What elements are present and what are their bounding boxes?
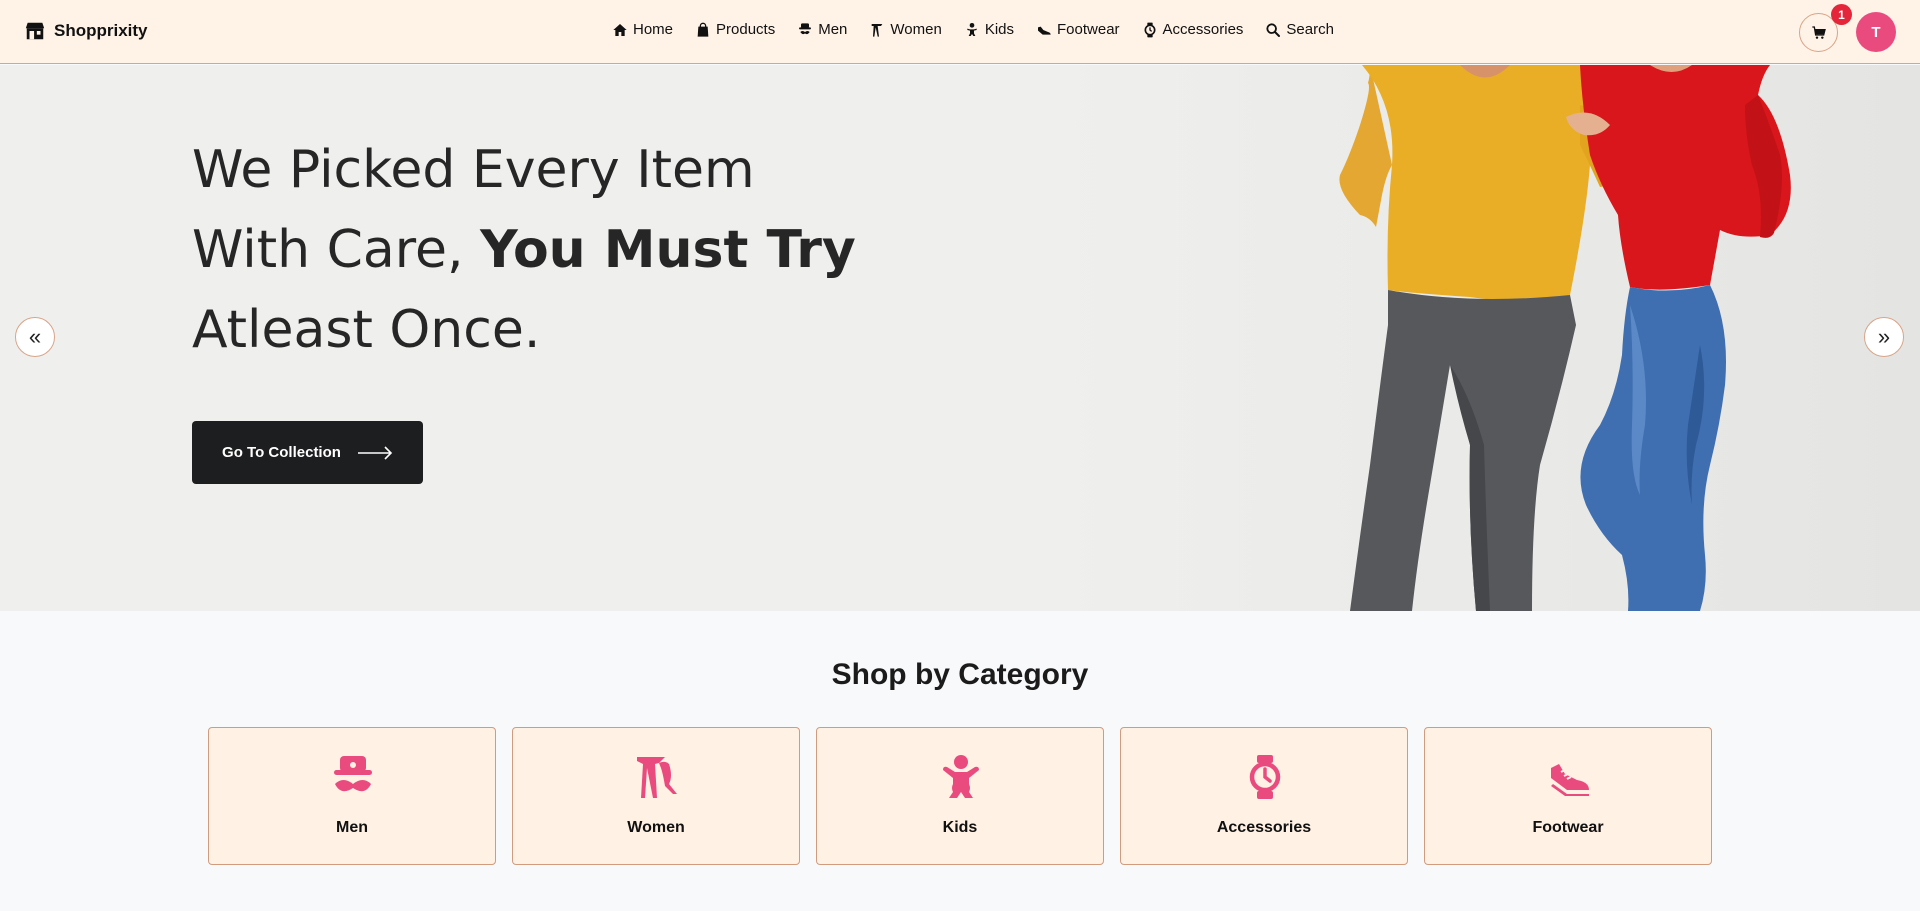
nav-products[interactable]: Products	[695, 21, 775, 38]
hero-line-2-plain: With Care,	[192, 220, 481, 280]
nav-home[interactable]: Home	[612, 21, 673, 38]
main-nav: Home Products Men Women Kids Footwear Ac…	[612, 21, 1334, 38]
hero-line-2-bold: You Must Try	[480, 220, 856, 280]
category-card-accessories[interactable]: Accessories	[1120, 727, 1408, 865]
nav-search-label: Search	[1286, 21, 1334, 38]
nav-kids[interactable]: Kids	[964, 21, 1014, 38]
shop-by-category-heading: Shop by Category	[831, 658, 1089, 691]
home-icon	[613, 23, 627, 36]
double-chevron-right-icon: »	[1877, 324, 1891, 349]
top-navbar: Shopprixity Home Products Men Women Kids…	[0, 0, 1920, 64]
arrow-right-icon	[357, 445, 393, 460]
hero-line-3: Atleast Once.	[192, 300, 541, 360]
nav-men[interactable]: Men	[797, 21, 847, 38]
watch-icon	[1249, 755, 1281, 799]
nav-footwear-label: Footwear	[1057, 21, 1120, 38]
nav-accessories[interactable]: Accessories	[1142, 21, 1244, 38]
hero-banner: We Picked Every Item With Care, You Must…	[0, 65, 1920, 611]
nav-women[interactable]: Women	[869, 21, 942, 38]
brand-logo-link[interactable]: Shopprixity	[24, 20, 148, 42]
category-card-kids[interactable]: Kids	[816, 727, 1104, 865]
watch-icon	[1144, 22, 1156, 37]
go-to-collection-button[interactable]: Go To Collection	[192, 421, 423, 484]
baby-icon	[967, 22, 977, 36]
legs-icon	[872, 23, 883, 37]
nav-products-label: Products	[716, 21, 776, 38]
shoe-icon	[1038, 26, 1051, 35]
nav-women-label: Women	[890, 21, 942, 38]
nav-home-label: Home	[633, 21, 674, 38]
nav-search[interactable]: Search	[1265, 21, 1334, 38]
nav-accessories-label: Accessories	[1162, 21, 1244, 38]
category-label-footwear: Footwear	[1532, 819, 1604, 836]
hero-models-image	[1339, 65, 1791, 611]
nav-footwear[interactable]: Footwear	[1036, 21, 1120, 38]
store-icon	[25, 22, 45, 40]
man-icon	[334, 756, 372, 792]
hero-line-1: We Picked Every Item	[192, 140, 755, 200]
category-card-women[interactable]: Women	[512, 727, 800, 865]
category-label-accessories: Accessories	[1216, 819, 1312, 836]
man-icon	[799, 22, 812, 34]
hero-cta-label: Go To Collection	[222, 444, 341, 461]
nav-kids-label: Kids	[984, 21, 1015, 38]
shopping-bag-icon	[697, 22, 709, 37]
category-card-men[interactable]: Men	[208, 727, 496, 865]
carousel-next-button[interactable]: »	[1864, 317, 1904, 357]
carousel-prev-button[interactable]: «	[15, 317, 55, 357]
category-label-men: Men	[336, 819, 368, 836]
cart-icon	[1811, 25, 1826, 39]
nav-men-label: Men	[818, 21, 848, 38]
double-chevron-left-icon: «	[28, 324, 42, 349]
category-label-kids: Kids	[942, 819, 978, 836]
category-label-women: Women	[627, 819, 685, 836]
cart-count-badge: 1	[1831, 4, 1852, 25]
category-card-footwear[interactable]: Footwear	[1424, 727, 1712, 865]
user-avatar[interactable]: T	[1856, 12, 1896, 52]
baby-icon	[943, 755, 979, 798]
search-icon	[1266, 22, 1281, 37]
brand-name: Shopprixity	[54, 21, 148, 40]
hero-heading: We Picked Every Item With Care, You Must…	[192, 130, 856, 370]
shoe-icon	[1551, 764, 1589, 796]
legs-icon	[637, 757, 677, 798]
